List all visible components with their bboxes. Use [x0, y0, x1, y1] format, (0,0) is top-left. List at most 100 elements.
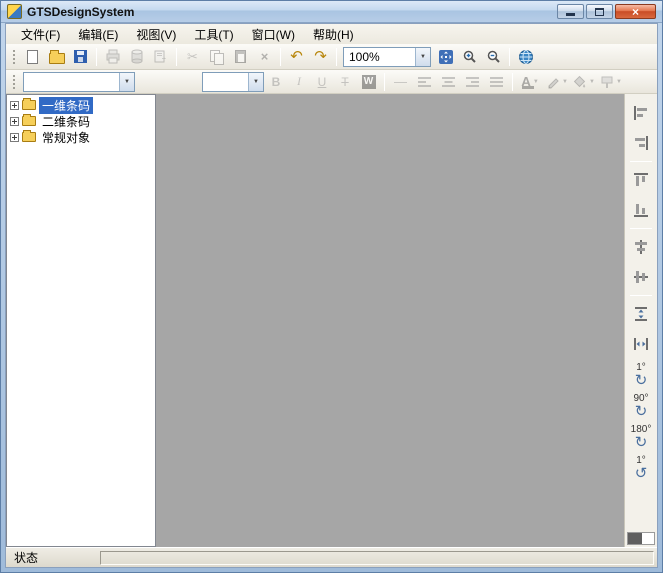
equal-height-icon — [635, 307, 647, 321]
toolbar-separator — [384, 72, 385, 91]
paste-button[interactable] — [229, 46, 252, 68]
toolbar-separator — [336, 47, 337, 66]
equal-width-icon — [634, 338, 648, 350]
equal-height-button[interactable] — [628, 301, 654, 327]
zoom-value: 100% — [349, 49, 380, 64]
align-center-button[interactable] — [437, 71, 460, 93]
align-toolbar: 1° ↻ 90° ↻ 180° ↻ 1° ↺ — [624, 94, 657, 547]
open-button[interactable] — [45, 46, 68, 68]
folder-icon — [22, 114, 36, 126]
tree-item-label[interactable]: 常规对象 — [39, 129, 93, 146]
font-color-button[interactable]: A ▼ — [517, 71, 543, 93]
line-color-button[interactable]: ▼ — [544, 71, 570, 93]
more-colors-button[interactable]: ▼ — [598, 71, 624, 93]
expand-icon[interactable] — [10, 100, 19, 110]
menu-view[interactable]: 视图(V) — [127, 24, 185, 45]
expand-icon[interactable] — [10, 116, 19, 126]
equal-width-button[interactable] — [628, 331, 654, 357]
close-button[interactable]: × — [615, 4, 656, 19]
web-button[interactable] — [514, 46, 537, 68]
copy-icon — [210, 50, 224, 65]
strikethrough-button[interactable]: T — [334, 72, 356, 92]
center-horizontal-button[interactable] — [628, 234, 654, 260]
italic-button[interactable]: I — [288, 72, 310, 92]
copy-button[interactable] — [205, 46, 228, 68]
align-bottom-edges-icon — [634, 204, 648, 217]
delete-button[interactable]: × — [253, 46, 276, 68]
rotate-1-button[interactable]: ↻ — [635, 373, 648, 388]
bold-icon: B — [271, 74, 281, 89]
center-vertical-icon — [634, 271, 648, 283]
zoom-out-button[interactable] — [482, 46, 505, 68]
zoom-in-button[interactable] — [458, 46, 481, 68]
zoom-combobox[interactable]: 100% ▼ — [343, 46, 431, 67]
line-icon: — — [394, 74, 407, 89]
menu-file[interactable]: 文件(F) — [12, 24, 69, 45]
align-left-button[interactable] — [413, 71, 436, 93]
print-button[interactable] — [101, 46, 124, 68]
bold-button[interactable]: B — [265, 72, 287, 92]
rotate-ccw-1-button[interactable]: ↺ — [635, 466, 648, 481]
cut-button[interactable]: ✂ — [181, 46, 204, 68]
align-top-edges-button[interactable] — [628, 167, 654, 193]
chevron-down-icon[interactable]: ▼ — [415, 47, 430, 66]
rotate-cw-icon: ↻ — [634, 372, 648, 389]
rotate-90-button[interactable]: ↻ — [635, 404, 648, 419]
fill-color-button[interactable]: ▼ — [571, 71, 597, 93]
align-center-icon — [441, 76, 455, 87]
database-button[interactable] — [125, 46, 148, 68]
design-canvas[interactable] — [156, 94, 624, 547]
maximize-button[interactable] — [586, 4, 613, 19]
align-left-edges-button[interactable] — [628, 100, 654, 126]
tree-item-1d-barcode[interactable]: 一维条码 — [7, 96, 155, 114]
menu-edit[interactable]: 编辑(E) — [69, 24, 127, 45]
status-text: 状态 — [14, 551, 39, 565]
font-size-combobox[interactable]: ▼ — [202, 71, 264, 92]
chevron-down-icon[interactable]: ▼ — [119, 72, 134, 91]
save-icon — [74, 50, 87, 63]
expand-icon[interactable] — [10, 132, 19, 142]
toolbar-scrollbar[interactable] — [627, 532, 655, 545]
status-panel — [100, 550, 654, 565]
font-family-combobox[interactable]: ▼ — [23, 71, 135, 92]
redo-button[interactable]: ↷ — [309, 46, 332, 68]
menu-help[interactable]: 帮助(H) — [304, 24, 363, 45]
undo-button[interactable]: ↶ — [285, 46, 308, 68]
center-vertical-button[interactable] — [628, 264, 654, 290]
word-icon: W — [361, 74, 376, 89]
tree-item-label[interactable]: 一维条码 — [39, 96, 94, 114]
line-button[interactable]: — — [389, 71, 412, 93]
new-button[interactable] — [21, 46, 44, 68]
tree-item-label[interactable]: 二维条码 — [39, 113, 93, 130]
titlebar[interactable]: GTSDesignSystem × — [1, 1, 662, 23]
scrollbar-thumb[interactable] — [628, 533, 642, 544]
zoom-fit-button[interactable] — [434, 46, 457, 68]
align-right-edges-button[interactable] — [628, 130, 654, 156]
main-toolbar: ✂ × ↶ ↷ 100% ▼ — [6, 44, 657, 70]
cut-icon: ✂ — [187, 49, 198, 64]
underline-button[interactable]: U — [311, 72, 333, 92]
align-bottom-edges-button[interactable] — [628, 197, 654, 223]
rotate-cw-icon: ↻ — [634, 434, 648, 451]
redo-icon: ↷ — [314, 48, 327, 65]
align-justify-button[interactable] — [485, 71, 508, 93]
rotate-180-button[interactable]: ↻ — [635, 435, 648, 450]
minimize-icon — [566, 13, 575, 16]
save-button[interactable] — [69, 46, 92, 68]
rotate-ccw-icon: ↺ — [634, 465, 648, 482]
toolbar-grip[interactable] — [12, 48, 16, 65]
tree-item-general-objects[interactable]: 常规对象 — [7, 129, 155, 145]
export-button[interactable] — [149, 46, 172, 68]
menu-tools[interactable]: 工具(T) — [185, 24, 242, 45]
open-folder-icon — [48, 49, 65, 64]
align-right-button[interactable] — [461, 71, 484, 93]
toolbar-grip[interactable] — [12, 73, 16, 90]
menu-window[interactable]: 窗口(W) — [243, 24, 304, 45]
word-wrap-button[interactable]: W — [357, 71, 380, 93]
center-horizontal-icon — [635, 240, 647, 254]
align-right-icon — [465, 76, 479, 87]
minimize-button[interactable] — [557, 4, 584, 19]
app-icon — [7, 4, 22, 19]
chevron-down-icon[interactable]: ▼ — [248, 72, 263, 91]
tree-item-2d-barcode[interactable]: 二维条码 — [7, 113, 155, 129]
